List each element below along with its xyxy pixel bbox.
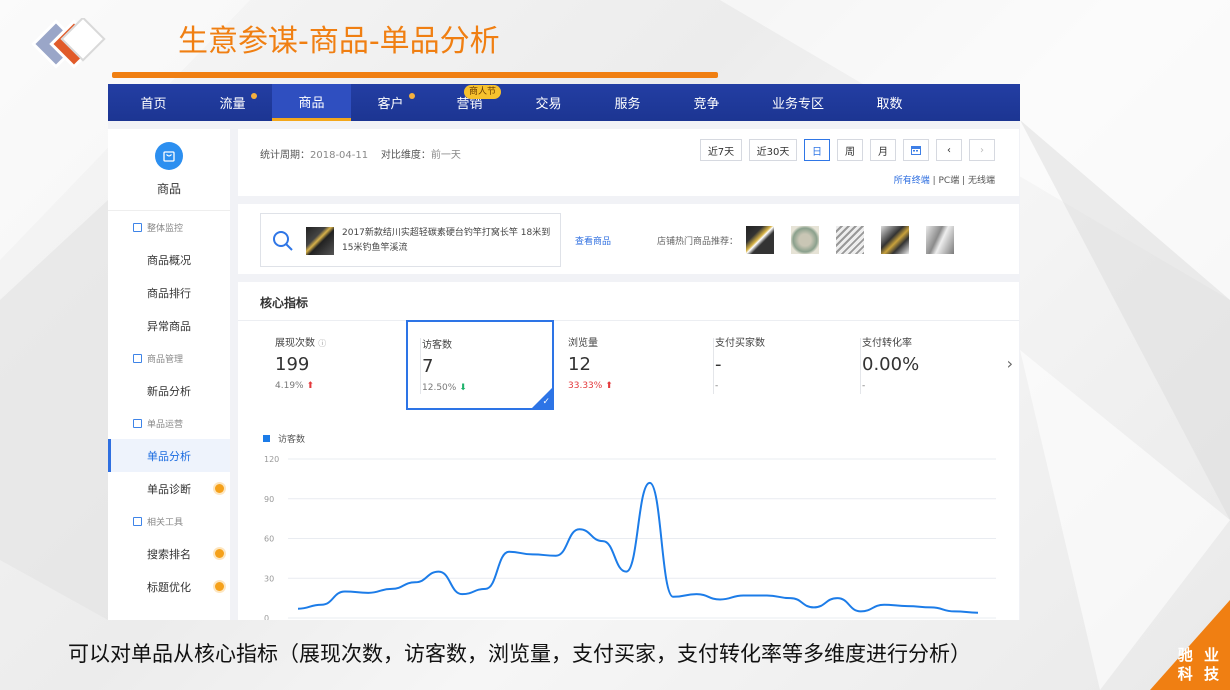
visitors-series-line xyxy=(297,481,979,614)
y-tick-label: 120 xyxy=(264,455,279,464)
week-button[interactable]: 周 xyxy=(837,139,863,161)
recommend-thumb-4[interactable] xyxy=(881,226,909,254)
y-tick-label: 90 xyxy=(264,495,274,504)
nav-competition[interactable]: 竞争 xyxy=(667,84,746,121)
metric-conversion-rate[interactable]: 支付转化率 0.00% - xyxy=(862,334,1008,412)
metric-visitors[interactable]: 访客数 7 12.50% ⬇ ✓ xyxy=(406,320,554,410)
chart-icon xyxy=(133,418,142,428)
company-name: 驰 业 科 技 xyxy=(1177,646,1222,683)
month-button[interactable]: 月 xyxy=(870,139,896,161)
arrow-up-icon: ⬆ xyxy=(605,381,613,391)
legend-label: 访客数 xyxy=(278,435,306,445)
last-7-days-button[interactable]: 近7天 xyxy=(700,139,742,161)
legend-swatch xyxy=(263,435,270,442)
chart-icon xyxy=(133,516,142,526)
metric-impressions[interactable]: 展现次数 ⓘ 199 4.19% ⬆ xyxy=(275,334,421,412)
metric-paying-buyers[interactable]: 支付买家数 - - xyxy=(715,334,861,412)
recommend-thumb-3[interactable] xyxy=(836,226,864,254)
metrics-next-arrow-icon[interactable]: › xyxy=(1007,354,1013,373)
next-arrow-icon[interactable]: › xyxy=(969,139,995,161)
slide-caption: 可以对单品从核心指标（展现次数，访客数，浏览量，支付买家，支付转化率等多维度进行… xyxy=(68,642,971,666)
nav-home[interactable]: 首页 xyxy=(114,84,193,121)
nav-product[interactable]: 商品 xyxy=(272,84,351,121)
sidebar-group-overall: 整体监控 xyxy=(108,211,230,243)
chart-icon xyxy=(133,222,142,232)
sidebar: 商品 整体监控 商品概况 商品排行 异常商品 商品管理 新品分析 单品运营 单品… xyxy=(108,129,230,620)
core-metrics-panel: 核心指标 展现次数 ⓘ 199 4.19% ⬆ 访客数 7 12.50% ⬇ ✓… xyxy=(238,282,1019,620)
sidebar-group-single-ops: 单品运营 xyxy=(108,407,230,439)
sidebar-header: 商品 xyxy=(108,129,230,211)
arrow-down-icon: ⬇ xyxy=(459,383,467,393)
terminal-wireless-link[interactable]: 无线端 xyxy=(968,176,995,186)
terminal-switch: 所有终端 | PC端 | 无线端 xyxy=(893,176,995,186)
last-30-days-button[interactable]: 近30天 xyxy=(749,139,797,161)
visitors-line-chart: 0 30 60 90 120 xyxy=(264,455,996,620)
product-thumbnail xyxy=(306,227,334,255)
nav-business-zone[interactable]: 业务专区 xyxy=(746,84,850,121)
prev-arrow-icon[interactable]: ‹ xyxy=(936,139,962,161)
sidebar-item-abnormal-product[interactable]: 异常商品 xyxy=(108,309,230,342)
sidebar-item-product-overview[interactable]: 商品概况 xyxy=(108,243,230,276)
notice-dot-icon xyxy=(215,484,224,493)
brand-logo xyxy=(31,18,106,69)
core-divider xyxy=(238,320,1019,321)
recommend-thumb-1[interactable] xyxy=(746,226,774,254)
view-product-link[interactable]: 查看商品 xyxy=(575,234,611,247)
product-panel: 2017新款结川实超轻碳素硬台钓竿打窝长竿 18米到15米钓鱼竿溪流 查看商品 … xyxy=(238,204,1019,274)
sidebar-item-title-optimize[interactable]: 标题优化 xyxy=(108,570,230,603)
nav-customer[interactable]: 客户 xyxy=(351,84,430,121)
search-icon xyxy=(273,231,293,251)
help-icon: ⓘ xyxy=(318,339,327,348)
top-navigation: 首页 流量 商品 客户 营销 商人节 交易 服务 竞争 业务专区 取数 xyxy=(108,84,1020,121)
nav-service[interactable]: 服务 xyxy=(588,84,667,121)
sidebar-item-search-rank[interactable]: 搜索排名 xyxy=(108,537,230,570)
sidebar-item-product-ranking[interactable]: 商品排行 xyxy=(108,276,230,309)
recommend-thumb-2[interactable] xyxy=(791,226,819,254)
sidebar-title: 商品 xyxy=(156,182,181,196)
terminal-pc-link[interactable]: PC端 xyxy=(939,176,960,186)
sidebar-group-management: 商品管理 xyxy=(108,342,230,374)
product-name: 2017新款结川实超轻碳素硬台钓竿打窝长竿 18米到15米钓鱼竿溪流 xyxy=(342,228,551,253)
metric-pageviews[interactable]: 浏览量 12 33.33% ⬆ xyxy=(568,334,714,412)
nav-marketing[interactable]: 营销 商人节 xyxy=(430,84,509,121)
chart-icon xyxy=(133,353,142,363)
chart-legend: 访客数 xyxy=(263,432,305,445)
sidebar-item-single-analysis[interactable]: 单品分析 xyxy=(108,439,230,472)
product-selector[interactable]: 2017新款结川实超轻碳素硬台钓竿打窝长竿 18米到15米钓鱼竿溪流 xyxy=(260,213,561,267)
recommend-label: 店铺热门商品推荐： xyxy=(657,237,739,247)
notice-dot-icon xyxy=(215,549,224,558)
promo-badge: 商人节 xyxy=(463,85,501,99)
y-tick-label: 0 xyxy=(264,614,269,620)
day-button[interactable]: 日 xyxy=(804,139,830,161)
calendar-icon[interactable] xyxy=(903,139,929,161)
nav-trade[interactable]: 交易 xyxy=(509,84,588,121)
y-tick-label: 30 xyxy=(264,574,274,583)
new-dot-icon xyxy=(409,93,415,99)
stat-period: 统计周期：2018-04-11 对比维度：前一天 xyxy=(260,150,461,161)
period-buttons: 近7天 近30天 日 周 月 ‹ › xyxy=(700,139,995,161)
product-bag-icon xyxy=(155,142,183,170)
arrow-up-icon: ⬆ xyxy=(306,381,315,391)
recommend-thumb-5[interactable] xyxy=(926,226,954,254)
sidebar-item-single-diagnosis[interactable]: 单品诊断 xyxy=(108,472,230,505)
nav-traffic[interactable]: 流量 xyxy=(193,84,272,121)
core-title: 核心指标 xyxy=(260,296,309,310)
sidebar-group-tools: 相关工具 xyxy=(108,505,230,537)
slide-title: 生意参谋-商品-单品分析 xyxy=(178,24,500,59)
filter-panel: 统计周期：2018-04-11 对比维度：前一天 近7天 近30天 日 周 月 … xyxy=(238,129,1019,196)
nav-data-fetch[interactable]: 取数 xyxy=(850,84,929,121)
title-underline xyxy=(112,72,718,78)
new-dot-icon xyxy=(251,93,257,99)
y-tick-label: 60 xyxy=(264,535,274,544)
notice-dot-icon xyxy=(215,582,224,591)
terminal-all-link[interactable]: 所有终端 xyxy=(894,176,930,186)
app-screenshot: 首页 流量 商品 客户 营销 商人节 交易 服务 竞争 业务专区 取数 商品 整体… xyxy=(108,84,1020,620)
sidebar-item-new-product[interactable]: 新品分析 xyxy=(108,374,230,407)
